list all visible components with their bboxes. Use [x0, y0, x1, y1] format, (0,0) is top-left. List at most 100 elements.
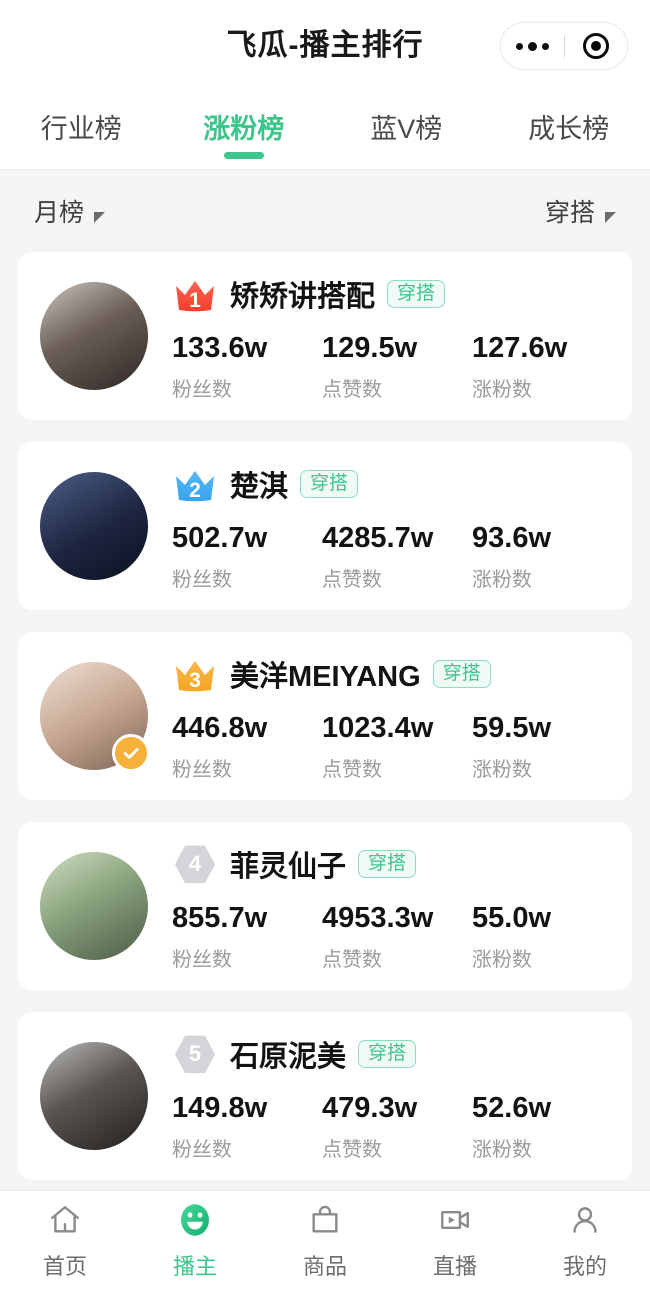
shopping-bag-icon — [304, 1199, 346, 1241]
ranking-list: 1 矫矫讲搭配 穿搭 133.6w 粉丝数 129.5w 点赞数 127.6w 涨粉数 2 楚淇 穿搭… — [0, 252, 650, 1190]
ranking-card[interactable]: 1 矫矫讲搭配 穿搭 133.6w 粉丝数 129.5w 点赞数 127.6w 涨粉数 — [18, 252, 632, 420]
ranking-card[interactable]: 3 美洋MEIYANG 穿搭 446.8w 粉丝数 1023.4w 点赞数 59.5w 涨粉数 — [18, 632, 632, 800]
home-icon — [44, 1199, 86, 1241]
bottom-nav-home[interactable]: 首页 — [0, 1199, 130, 1281]
card-body: 1 矫矫讲搭配 穿搭 133.6w 粉丝数 129.5w 点赞数 127.6w 涨粉数 — [148, 270, 632, 401]
stat-likes: 129.5w 点赞数 — [322, 330, 472, 401]
bottom-nav-live[interactable]: 直播 — [390, 1199, 520, 1281]
card-body: 3 美洋MEIYANG 穿搭 446.8w 粉丝数 1023.4w 点赞数 59.5w 涨粉数 — [148, 650, 632, 781]
more-dots-icon[interactable] — [501, 41, 564, 51]
stats-row: 133.6w 粉丝数 129.5w 点赞数 127.6w 涨粉数 — [172, 324, 632, 401]
ranking-card[interactable]: 4 菲灵仙子 穿搭 855.7w 粉丝数 4953.3w 点赞数 55.0w 涨粉数 — [18, 822, 632, 990]
avatar-chuqi[interactable] — [40, 472, 148, 580]
stats-row: 149.8w 粉丝数 479.3w 点赞数 52.6w 涨粉数 — [172, 1084, 632, 1161]
tab-label: 涨粉榜 — [203, 114, 285, 144]
stat-value: 59.5w — [472, 712, 551, 745]
triangle-down-icon — [94, 212, 106, 223]
ranking-card[interactable]: 5 石原泥美 穿搭 149.8w 粉丝数 479.3w 点赞数 52.6w 涨粉数 — [18, 1012, 632, 1180]
stat-growth: 127.6w 涨粉数 — [472, 330, 622, 401]
creator-name: 菲灵仙子 — [230, 851, 347, 884]
bottom-navigation: 首页 播主 商品 直播 我的 — [0, 1190, 650, 1289]
stat-label: 粉丝数 — [172, 758, 232, 781]
tab-growth[interactable]: 成长榜 — [488, 84, 650, 169]
target-circle-icon[interactable] — [565, 33, 628, 59]
category-tag: 穿搭 — [358, 850, 417, 879]
stat-value: 127.6w — [472, 332, 568, 365]
rank-badge-hex-icon: 4 — [172, 844, 218, 884]
bottom-nav-label: 我的 — [562, 1254, 607, 1279]
stat-value: 133.6w — [172, 332, 268, 365]
bottom-nav-label: 首页 — [42, 1254, 87, 1279]
stat-likes: 479.3w 点赞数 — [322, 1090, 472, 1161]
stats-row: 855.7w 粉丝数 4953.3w 点赞数 55.0w 涨粉数 — [172, 894, 632, 971]
bottom-nav-products[interactable]: 商品 — [260, 1199, 390, 1281]
period-filter-dropdown[interactable]: 月榜 — [34, 193, 106, 229]
period-filter-label: 月榜 — [34, 199, 85, 227]
creator-name: 楚淇 — [230, 471, 289, 504]
rank-number: 4 — [188, 851, 202, 877]
stat-value: 479.3w — [322, 1092, 418, 1125]
filter-bar: 月榜 穿搭 — [0, 170, 650, 252]
tab-label: 蓝V榜 — [370, 114, 443, 144]
stat-growth: 52.6w 涨粉数 — [472, 1090, 622, 1161]
stat-fans: 149.8w 粉丝数 — [172, 1090, 322, 1161]
stat-value: 1023.4w — [322, 712, 434, 745]
page-title: 飞瓜-播主排行 — [226, 29, 424, 62]
avatar[interactable] — [40, 852, 148, 960]
stat-growth: 59.5w 涨粉数 — [472, 710, 622, 781]
name-row: 2 楚淇 穿搭 — [172, 460, 632, 508]
stat-fans: 133.6w 粉丝数 — [172, 330, 322, 401]
person-icon — [564, 1199, 606, 1241]
tab-fan-growth[interactable]: 涨粉榜 — [163, 84, 326, 169]
rank-number: 5 — [188, 1041, 202, 1067]
rank-badge-hex-icon: 5 — [172, 1034, 218, 1074]
tab-industry[interactable]: 行业榜 — [0, 84, 163, 169]
category-filter-label: 穿搭 — [544, 199, 595, 227]
avatar[interactable] — [40, 1042, 148, 1150]
stat-label: 点赞数 — [322, 568, 382, 591]
category-tag: 穿搭 — [432, 660, 491, 689]
category-filter-dropdown[interactable]: 穿搭 — [545, 193, 616, 229]
stat-label: 粉丝数 — [172, 1138, 232, 1161]
tab-blue-v[interactable]: 蓝V榜 — [325, 84, 488, 169]
stat-label: 点赞数 — [322, 378, 382, 401]
avatar[interactable] — [40, 282, 148, 390]
card-body: 5 石原泥美 穿搭 149.8w 粉丝数 479.3w 点赞数 52.6w 涨粉数 — [148, 1030, 632, 1161]
rank-badge-crown-icon: 2 — [172, 464, 218, 504]
avatar[interactable] — [40, 662, 150, 772]
category-tag: 穿搭 — [300, 470, 359, 499]
stat-value: 149.8w — [172, 1092, 268, 1125]
rank-badge-crown-icon: 3 — [172, 654, 218, 694]
avatar-shiyuannimei[interactable] — [40, 1042, 148, 1150]
stat-label: 涨粉数 — [472, 1138, 532, 1161]
stat-fans: 502.7w 粉丝数 — [172, 520, 322, 591]
tab-label: 成长榜 — [528, 114, 610, 144]
name-row: 5 石原泥美 穿搭 — [172, 1030, 632, 1078]
bottom-nav-label: 播主 — [172, 1254, 217, 1279]
stat-likes: 4285.7w 点赞数 — [322, 520, 472, 591]
tab-bar: 行业榜 涨粉榜 蓝V榜 成长榜 — [0, 84, 650, 170]
bottom-nav-creators[interactable]: 播主 — [130, 1199, 260, 1281]
stats-row: 446.8w 粉丝数 1023.4w 点赞数 59.5w 涨粉数 — [172, 704, 632, 781]
ranking-card[interactable]: 2 楚淇 穿搭 502.7w 粉丝数 4285.7w 点赞数 93.6w 涨粉数 — [18, 442, 632, 610]
avatar[interactable] — [40, 472, 148, 580]
stat-fans: 855.7w 粉丝数 — [172, 900, 322, 971]
bottom-nav-profile[interactable]: 我的 — [520, 1199, 650, 1281]
video-camera-icon — [434, 1199, 476, 1241]
stat-value: 4285.7w — [322, 522, 434, 555]
stat-value: 93.6w — [472, 522, 551, 555]
creator-name: 美洋MEIYANG — [230, 661, 421, 694]
avatar-feilingxianzi[interactable] — [40, 852, 148, 960]
stat-value: 55.0w — [472, 902, 551, 935]
avatar-jiaojiao[interactable] — [40, 282, 148, 390]
tab-label: 行业榜 — [40, 114, 122, 144]
stat-value: 52.6w — [472, 1092, 551, 1125]
stat-label: 点赞数 — [322, 948, 382, 971]
stat-growth: 93.6w 涨粉数 — [472, 520, 622, 591]
stat-label: 粉丝数 — [172, 948, 232, 971]
creator-name: 矫矫讲搭配 — [230, 281, 376, 314]
active-tab-indicator — [223, 152, 264, 159]
stat-likes: 4953.3w 点赞数 — [322, 900, 472, 971]
rank-number: 1 — [189, 289, 201, 313]
stat-label: 涨粉数 — [472, 948, 532, 971]
